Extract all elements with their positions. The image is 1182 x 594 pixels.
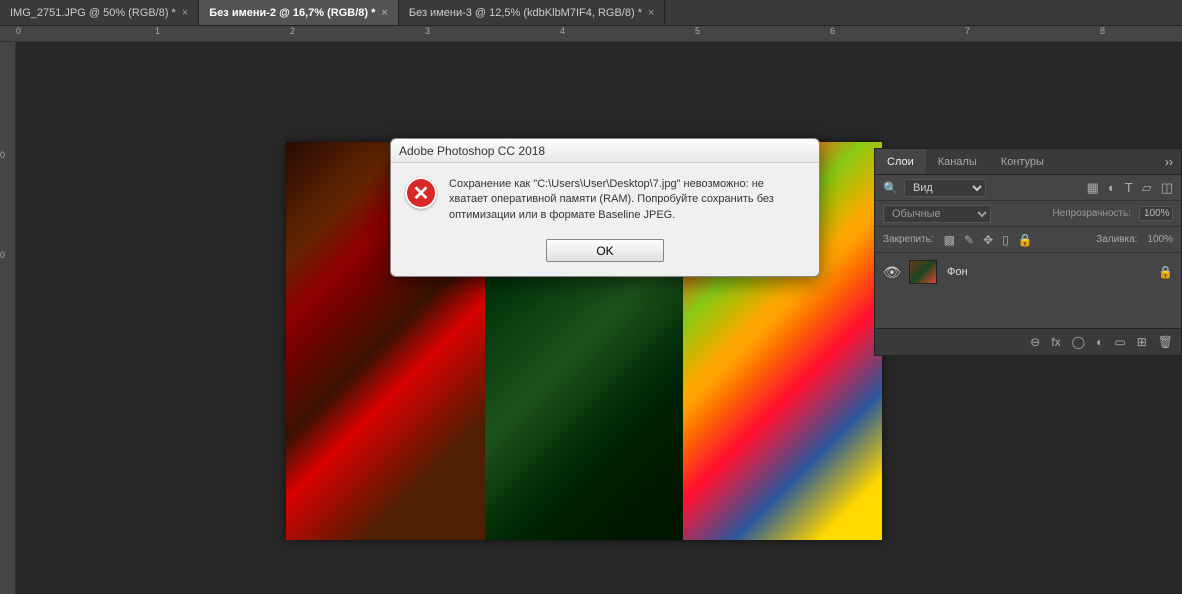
layers-footer: ⊖ fx ◯ ◐ ▭ ⊞ 🗑 xyxy=(875,329,1181,355)
fill-label: Заливка: xyxy=(1096,234,1137,245)
tab-label: Без имени-2 @ 16,7% (RGB/8) * xyxy=(209,7,375,19)
ruler-tick: 8 xyxy=(1100,26,1105,36)
opacity-value[interactable]: 100% xyxy=(1139,206,1173,221)
filter-type-icon[interactable]: T xyxy=(1125,180,1133,196)
lock-label: Закрепить: xyxy=(883,234,934,245)
ruler-tick: 4 xyxy=(560,26,565,36)
close-icon[interactable]: × xyxy=(182,7,188,19)
error-icon: ✕ xyxy=(405,177,437,209)
filter-smart-icon[interactable]: ◫ xyxy=(1161,180,1173,196)
link-layers-icon[interactable]: ⊖ xyxy=(1030,335,1040,349)
close-icon[interactable]: × xyxy=(381,7,387,19)
visibility-eye-icon[interactable]: 👁 xyxy=(883,264,899,281)
filter-adjustment-icon[interactable]: ◐ xyxy=(1108,180,1116,196)
opacity-label: Непрозрачность: xyxy=(1052,208,1131,219)
error-dialog: Adobe Photoshop CC 2018 ✕ Сохранение как… xyxy=(390,138,820,277)
layer-filter-row: 🔍 Вид ▦ ◐ T ▱ ◫ xyxy=(875,175,1181,201)
ruler-tick: 0 xyxy=(16,26,21,36)
ruler-tick: 0 xyxy=(0,250,5,260)
ruler-tick: 0 xyxy=(0,150,5,160)
tab-channels[interactable]: Каналы xyxy=(926,149,989,174)
dialog-title: Adobe Photoshop CC 2018 xyxy=(391,139,819,163)
tab-document-2[interactable]: Без имени-2 @ 16,7% (RGB/8) * × xyxy=(199,0,399,25)
layer-thumbnail[interactable] xyxy=(909,260,937,284)
dialog-body: ✕ Сохранение как "C:\Users\User\Desktop\… xyxy=(391,163,819,239)
blend-opacity-row: Обычные Непрозрачность: 100% xyxy=(875,201,1181,227)
group-icon[interactable]: ▭ xyxy=(1114,335,1125,349)
tab-document-1[interactable]: IMG_2751.JPG @ 50% (RGB/8) * × xyxy=(0,0,199,25)
ruler-horizontal: 0 1 2 3 4 5 6 7 8 xyxy=(0,26,1182,42)
tab-label: Без имени-3 @ 12,5% (kdbKlbM7IF4, RGB/8)… xyxy=(409,7,642,19)
filter-shape-icon[interactable]: ▱ xyxy=(1142,180,1152,196)
mask-icon[interactable]: ◯ xyxy=(1072,335,1085,349)
lock-row: Закрепить: ▩ ✎ ✥ ▯ 🔒 Заливка: 100% xyxy=(875,227,1181,253)
lock-brush-icon[interactable]: ✎ xyxy=(964,233,974,247)
close-icon[interactable]: × xyxy=(648,7,654,19)
tab-paths[interactable]: Контуры xyxy=(989,149,1056,174)
ok-button[interactable]: OK xyxy=(546,239,664,262)
panel-tab-strip: Слои Каналы Контуры ›› xyxy=(875,149,1181,175)
layer-name[interactable]: Фон xyxy=(947,266,1148,278)
search-icon[interactable]: 🔍 xyxy=(883,181,898,195)
lock-artboard-icon[interactable]: ▯ xyxy=(1002,233,1009,247)
layer-list: 👁 Фон 🔒 xyxy=(875,253,1181,329)
ruler-tick: 3 xyxy=(425,26,430,36)
layers-panel: Слои Каналы Контуры ›› 🔍 Вид ▦ ◐ T ▱ ◫ О… xyxy=(874,148,1182,356)
ruler-tick: 1 xyxy=(155,26,160,36)
filter-pixel-icon[interactable]: ▦ xyxy=(1087,180,1099,196)
ruler-vertical: 0 0 xyxy=(0,42,16,594)
blend-mode-select[interactable]: Обычные xyxy=(883,205,991,223)
lock-position-icon[interactable]: ✥ xyxy=(983,233,993,247)
fill-value[interactable]: 100% xyxy=(1147,234,1173,245)
ruler-tick: 2 xyxy=(290,26,295,36)
ruler-tick: 6 xyxy=(830,26,835,36)
dialog-message: Сохранение как "C:\Users\User\Desktop\7.… xyxy=(449,177,805,223)
tab-document-3[interactable]: Без имени-3 @ 12,5% (kdbKlbM7IF4, RGB/8)… xyxy=(399,0,666,25)
layer-item-background[interactable]: 👁 Фон 🔒 xyxy=(875,253,1181,291)
document-tabs-bar: IMG_2751.JPG @ 50% (RGB/8) * × Без имени… xyxy=(0,0,1182,26)
tab-layers[interactable]: Слои xyxy=(875,149,926,174)
lock-icon[interactable]: 🔒 xyxy=(1158,265,1173,279)
lock-all-icon[interactable]: 🔒 xyxy=(1018,233,1033,247)
lock-transparency-icon[interactable]: ▩ xyxy=(944,233,955,247)
filter-kind-select[interactable]: Вид xyxy=(904,179,986,197)
ruler-tick: 5 xyxy=(695,26,700,36)
new-layer-icon[interactable]: ⊞ xyxy=(1137,335,1147,349)
fx-icon[interactable]: fx xyxy=(1051,335,1060,349)
tab-label: IMG_2751.JPG @ 50% (RGB/8) * xyxy=(10,7,176,19)
trash-icon[interactable]: 🗑 xyxy=(1158,335,1173,349)
expand-panel-icon[interactable]: ›› xyxy=(1157,155,1181,169)
adjustment-layer-icon[interactable]: ◐ xyxy=(1096,335,1103,349)
ruler-tick: 7 xyxy=(965,26,970,36)
